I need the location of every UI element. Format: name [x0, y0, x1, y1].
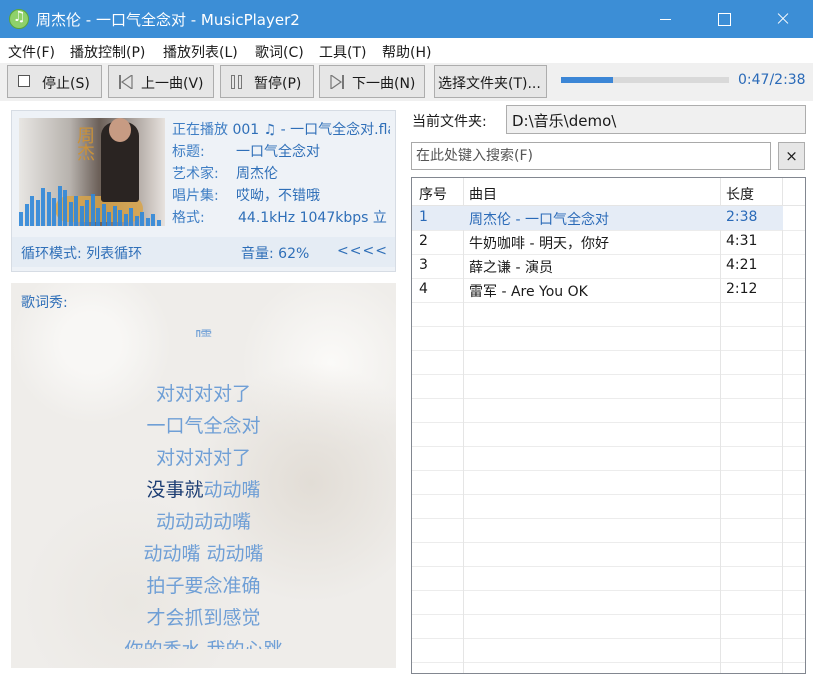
spectrum-visualizer [19, 183, 165, 226]
search-field[interactable] [411, 142, 771, 170]
menu-tools[interactable]: 工具(T) [319, 42, 366, 62]
now-playing-line: 正在播放 001 ♫ - 一口气全念对.flac [172, 119, 390, 139]
next-icon [330, 75, 344, 89]
lyric-line: 拍子要念准确 [146, 575, 261, 597]
lyric-line-partial: 你的香水 我的心跳 [11, 635, 396, 649]
format-field-label: 格式: [172, 210, 205, 226]
pause-icon [231, 75, 242, 89]
lyric-sung-part: 没事就 [146, 479, 204, 501]
row-length: 4:31 [726, 233, 758, 249]
menu-file[interactable]: 文件(F) [8, 42, 55, 62]
menu-lyrics[interactable]: 歌词(C) [255, 42, 304, 62]
progress-fill [561, 77, 614, 83]
now-playing-label: 正在播放 [172, 122, 228, 138]
maximize-button[interactable] [694, 0, 752, 38]
minimize-icon [636, 0, 694, 38]
maximize-icon [694, 0, 752, 38]
now-playing-panel: 周杰 正在播放 001 ♫ - 一口气全念对.flac 标题: 一口气全念对 艺… [11, 110, 396, 272]
lyric-line: 才会抓到感觉 [146, 607, 261, 629]
column-header-index[interactable]: 序号 [419, 184, 447, 204]
row-title: 周杰伦 - 一口气全念对 [469, 212, 609, 228]
lyric-line: 对对对对了 [155, 447, 251, 469]
pause-label: 暂停(P) [254, 76, 302, 92]
playlist-row[interactable]: 1 周杰伦 - 一口气全念对 2:38 [412, 206, 783, 230]
window-title: 周杰伦 - 一口气全念对 - MusicPlayer2 [36, 11, 300, 29]
row-index: 3 [419, 257, 428, 273]
artist-field: 艺术家: 周杰伦 [172, 163, 278, 183]
menu-playback-control[interactable]: 播放控制(P) [70, 42, 145, 62]
current-folder-path: D:\音乐\demo\ [506, 105, 806, 134]
select-folder-button[interactable]: 选择文件夹(T)... [434, 65, 547, 98]
close-button[interactable] [753, 0, 811, 38]
previous-button[interactable]: 上一曲(V) [108, 65, 214, 98]
row-index: 1 [419, 209, 428, 225]
playlist-row[interactable]: 4 雷军 - Are You OK 2:12 [412, 278, 783, 302]
select-folder-label: 选择文件夹(T)... [438, 76, 541, 92]
stop-label: 停止(S) [42, 76, 90, 92]
volume-arrows[interactable]: <<<< [337, 243, 388, 259]
lyrics-title: 歌词秀: [21, 295, 68, 311]
artist-field-value: 周杰伦 [236, 166, 278, 182]
repeat-mode[interactable]: 循环模式: 列表循环 [21, 243, 142, 263]
previous-icon [119, 75, 133, 89]
lyric-line: 动动嘴 动动嘴 [143, 543, 264, 565]
next-button[interactable]: 下一曲(N) [319, 65, 425, 98]
stop-button[interactable]: 停止(S) [7, 65, 102, 98]
format-field-value: 44.1kHz 1047kbps 立 [238, 210, 387, 226]
lyric-line: 动动动动嘴 [155, 511, 251, 533]
minimize-button[interactable] [636, 0, 694, 38]
album-field-label: 唱片集: [172, 188, 219, 204]
music-note-icon [9, 9, 29, 29]
menu-bar: 文件(F) 播放控制(P) 播放列表(L) 歌词(C) 工具(T) 帮助(H) [0, 38, 813, 63]
toolbar: 停止(S) 上一曲(V) 暂停(P) 下一曲(N) 选择文件夹(T)... 0:… [0, 63, 813, 101]
title-bar[interactable]: 周杰伦 - 一口气全念对 - MusicPlayer2 [0, 0, 813, 38]
column-header-title[interactable]: 曲目 [469, 184, 497, 204]
close-icon [753, 0, 811, 38]
playlist-row[interactable]: 2 牛奶咖啡 - 明天，你好 4:31 [412, 230, 783, 254]
lyric-line-partial: 嚅 [11, 323, 396, 337]
progress-slider[interactable] [561, 77, 729, 83]
search-input[interactable] [416, 146, 766, 166]
playlist[interactable]: 序号 曲目 长度 1 周杰伦 - 一口气全念对 2:38 2 牛奶咖啡 - 明天… [411, 177, 806, 674]
row-length: 2:38 [726, 209, 758, 225]
playlist-header: 序号 曲目 长度 [412, 178, 805, 206]
status-bar: 循环模式: 列表循环 音量: 62% <<<< [12, 237, 395, 267]
playback-time: 0:47/2:38 [738, 72, 806, 88]
artist-field-label: 艺术家: [172, 166, 219, 182]
format-field: 格式: 44.1kHz 1047kbps 立 [172, 207, 394, 227]
album-field: 唱片集: 哎呦，不错哦 [172, 185, 320, 205]
row-title: 雷军 - Are You OK [469, 284, 588, 300]
lyrics-panel: 歌词秀: 嚅 对对对对了 一口气全念对 对对对对了 没事就动动嘴 动动动动嘴 动… [11, 283, 396, 668]
lyric-line-current: 没事就动动嘴 [11, 475, 396, 502]
playlist-row[interactable]: 3 薛之谦 - 演员 4:21 [412, 254, 783, 278]
row-length: 4:21 [726, 257, 758, 273]
column-header-length[interactable]: 长度 [726, 184, 754, 204]
lyric-line: 对对对对了 [155, 383, 251, 405]
folder-path-text: D:\音乐\demo\ [512, 112, 617, 130]
stop-icon [18, 75, 30, 87]
clear-search-button[interactable]: × [778, 142, 805, 170]
title-field-label: 标题: [172, 144, 205, 160]
menu-playlist[interactable]: 播放列表(L) [163, 42, 238, 62]
current-folder-label: 当前文件夹: [412, 114, 487, 130]
next-label: 下一曲(N) [352, 76, 416, 92]
album-field-value: 哎呦，不错哦 [236, 188, 320, 204]
lyric-unsung-part: 动动嘴 [203, 479, 261, 501]
close-icon: × [785, 147, 798, 165]
row-title: 薛之谦 - 演员 [469, 260, 553, 276]
row-index: 4 [419, 281, 428, 297]
row-length: 2:12 [726, 281, 758, 297]
now-playing-text: 001 ♫ - 一口气全念对.flac [232, 122, 390, 138]
menu-help[interactable]: 帮助(H) [382, 42, 431, 62]
lyric-line: 一口气全念对 [146, 415, 261, 437]
title-field: 标题: 一口气全念对 [172, 141, 320, 161]
row-index: 2 [419, 233, 428, 249]
pause-button[interactable]: 暂停(P) [220, 65, 314, 98]
row-title: 牛奶咖啡 - 明天，你好 [469, 236, 609, 252]
previous-label: 上一曲(V) [141, 76, 204, 92]
title-field-value: 一口气全念对 [236, 144, 320, 160]
volume-indicator[interactable]: 音量: 62% [241, 243, 309, 263]
